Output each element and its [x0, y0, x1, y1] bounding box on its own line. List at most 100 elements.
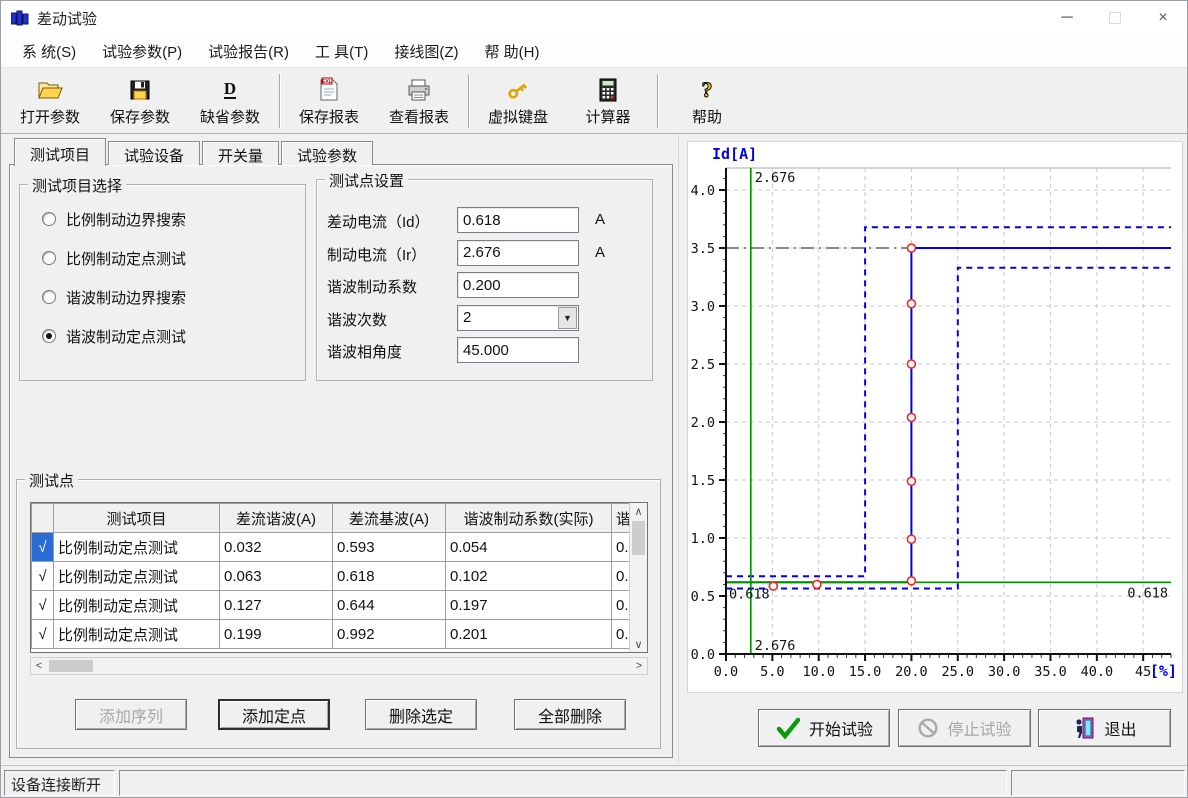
stop-icon: [917, 717, 939, 739]
radio-icon[interactable]: [42, 251, 56, 265]
menu-item[interactable]: 试验参数(P): [89, 35, 195, 67]
check-icon[interactable]: √: [32, 591, 54, 620]
svg-text:20.0: 20.0: [895, 664, 928, 680]
radio-icon[interactable]: [42, 329, 56, 343]
radio-option[interactable]: 谐波制动边界搜索: [42, 288, 186, 306]
menu-bar: 系 统(S)试验参数(P)试验报告(R)工 具(T)接线图(Z)帮 助(H): [1, 35, 1187, 67]
column-header[interactable]: 谐波制动系数(实际): [446, 504, 612, 533]
start-test-button[interactable]: 开始试验: [758, 709, 890, 747]
check-icon[interactable]: √: [32, 533, 54, 562]
table-cell[interactable]: 0.992: [333, 620, 446, 649]
left-tab-control: 测试项目试验设备开关量试验参数 测试项目选择 比例制动边界搜索比例制动定点测试谐…: [9, 138, 673, 758]
exit-button[interactable]: 退出: [1038, 709, 1171, 747]
menu-item[interactable]: 帮 助(H): [471, 35, 552, 67]
table-cell[interactable]: 0.199: [220, 620, 333, 649]
toolbar-button-help[interactable]: ?帮助: [662, 70, 752, 132]
column-header[interactable]: 差流基波(A): [333, 504, 446, 533]
table-cell[interactable]: 0.644: [333, 591, 446, 620]
toolbar-button-default-params[interactable]: D缺省参数: [185, 70, 275, 132]
table-row[interactable]: √比例制动定点测试0.1270.6440.1970.: [32, 591, 632, 620]
table-cell[interactable]: 0.127: [220, 591, 333, 620]
toolbar: 打开参数保存参数D缺省参数EXL保存报表查看报表虚拟键盘计算器?帮助: [1, 67, 1187, 134]
minimize-button[interactable]: ─: [1043, 1, 1091, 35]
characteristic-chart: 0.05.010.015.020.025.030.035.040.0450.00…: [687, 141, 1183, 693]
table-row[interactable]: √比例制动定点测试0.0630.6180.1020.: [32, 562, 632, 591]
harmonic-order-select[interactable]: ▼: [457, 305, 579, 331]
tab-strip: 测试项目试验设备开关量试验参数: [9, 138, 673, 165]
field-input[interactable]: [457, 337, 579, 363]
chevron-down-icon[interactable]: ▼: [558, 307, 577, 329]
menu-item[interactable]: 试验报告(R): [195, 35, 302, 67]
close-button[interactable]: ×: [1139, 1, 1187, 35]
svg-text:35.0: 35.0: [1034, 664, 1067, 680]
tab-试验参数[interactable]: 试验参数: [281, 141, 373, 165]
view-report-icon: [406, 75, 432, 105]
button-add-sequence[interactable]: 添加序列: [75, 699, 187, 730]
radio-option[interactable]: 比例制动边界搜索: [42, 210, 186, 228]
field-input[interactable]: [457, 240, 579, 266]
table-cell[interactable]: 0.032: [220, 533, 333, 562]
toolbar-button-calculator[interactable]: 计算器: [563, 70, 653, 132]
scroll-down-icon[interactable]: ∨: [630, 636, 647, 652]
table-cell[interactable]: 比例制动定点测试: [54, 533, 220, 562]
table-cell[interactable]: 0.102: [446, 562, 612, 591]
toolbar-button-open-folder[interactable]: 打开参数: [5, 70, 95, 132]
tab-开关量[interactable]: 开关量: [202, 141, 279, 165]
title-bar: 差动试验 ─ ×: [1, 1, 1187, 35]
table-cell[interactable]: 0.618: [333, 562, 446, 591]
tab-测试项目[interactable]: 测试项目: [14, 138, 106, 166]
table-row[interactable]: √比例制动定点测试0.0320.5930.0540.: [32, 533, 632, 562]
table-cell[interactable]: 比例制动定点测试: [54, 562, 220, 591]
radio-option[interactable]: 谐波制动定点测试: [42, 327, 186, 345]
table-cell[interactable]: 比例制动定点测试: [54, 620, 220, 649]
menu-item[interactable]: 接线图(Z): [381, 35, 471, 67]
table-cell[interactable]: 0.201: [446, 620, 612, 649]
table-cell[interactable]: 0.063: [220, 562, 333, 591]
scrollbar-thumb[interactable]: [632, 521, 645, 555]
calculator-icon: [597, 75, 619, 105]
toolbar-separator: [657, 74, 658, 128]
svg-text:25.0: 25.0: [942, 664, 975, 680]
column-header[interactable]: 差流谐波(A): [220, 504, 333, 533]
column-header[interactable]: 测试项目: [54, 504, 220, 533]
tab-试验设备[interactable]: 试验设备: [108, 141, 200, 165]
button-delete-all[interactable]: 全部删除: [514, 699, 626, 730]
status-connection: 设备连接断开: [4, 770, 115, 796]
stop-test-button[interactable]: 停止试验: [898, 709, 1031, 747]
svg-text:5.0: 5.0: [760, 664, 784, 680]
horizontal-scrollbar[interactable]: < >: [30, 657, 648, 675]
default-params-icon: D: [218, 75, 242, 105]
radio-label: 比例制动定点测试: [66, 248, 186, 269]
menu-item[interactable]: 工 具(T): [302, 35, 381, 67]
scroll-left-icon[interactable]: <: [31, 658, 47, 674]
toolbar-button-save[interactable]: 保存参数: [95, 70, 185, 132]
button-label: 停止试验: [947, 716, 1011, 740]
column-header[interactable]: [32, 504, 54, 533]
toolbar-button-view-report[interactable]: 查看报表: [374, 70, 464, 132]
check-icon[interactable]: √: [32, 620, 54, 649]
field-input[interactable]: [457, 207, 579, 233]
exit-icon: [1072, 716, 1096, 740]
table-cell[interactable]: 0.054: [446, 533, 612, 562]
svg-text:0.618: 0.618: [1127, 585, 1168, 601]
field-input[interactable]: [457, 272, 579, 298]
group-title: 测试点: [25, 470, 78, 491]
menu-item[interactable]: 系 统(S): [9, 35, 89, 67]
button-add-point[interactable]: 添加定点: [218, 699, 330, 730]
radio-icon[interactable]: [42, 290, 56, 304]
maximize-button[interactable]: [1091, 1, 1139, 35]
vertical-scrollbar[interactable]: ∧ ∨: [629, 503, 647, 652]
radio-option[interactable]: 比例制动定点测试: [42, 249, 186, 267]
table-cell[interactable]: 0.197: [446, 591, 612, 620]
button-delete-selected[interactable]: 删除选定: [365, 699, 477, 730]
scrollbar-thumb[interactable]: [49, 660, 93, 672]
toolbar-button-virtual-keyboard[interactable]: 虚拟键盘: [473, 70, 563, 132]
scroll-right-icon[interactable]: >: [631, 658, 647, 674]
table-cell[interactable]: 0.593: [333, 533, 446, 562]
radio-icon[interactable]: [42, 212, 56, 226]
table-row[interactable]: √比例制动定点测试0.1990.9920.2010.: [32, 620, 632, 649]
check-icon[interactable]: √: [32, 562, 54, 591]
scroll-up-icon[interactable]: ∧: [630, 503, 647, 519]
toolbar-button-save-report[interactable]: EXL保存报表: [284, 70, 374, 132]
table-cell[interactable]: 比例制动定点测试: [54, 591, 220, 620]
